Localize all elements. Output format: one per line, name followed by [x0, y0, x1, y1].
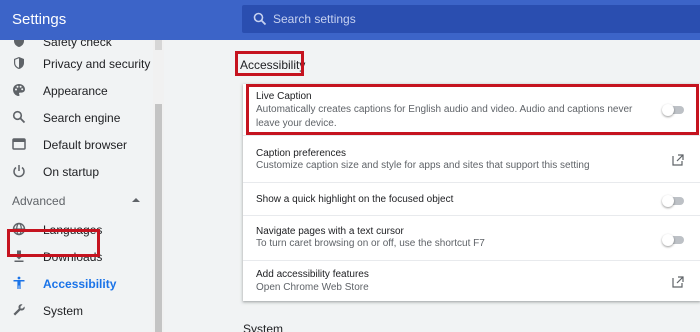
toggle-knob — [662, 233, 674, 246]
row-subtitle: Open Chrome Web Store — [256, 282, 369, 293]
sidebar-item-default-browser[interactable]: Default browser — [0, 132, 150, 158]
accessibility-highlight-box — [7, 229, 100, 257]
sidebar-item-label: On startup — [43, 165, 100, 179]
search-box[interactable] — [242, 5, 700, 33]
sidebar-scrollbar[interactable] — [153, 40, 164, 332]
caret-browsing-toggle[interactable] — [662, 233, 684, 246]
sidebar-item-label: Safety check — [43, 40, 112, 49]
sidebar-item-appearance[interactable]: Appearance — [0, 78, 150, 104]
sidebar-item-on-startup[interactable]: On startup — [0, 159, 150, 185]
row-title: Show a quick highlight on the focused ob… — [256, 194, 454, 205]
sidebar-item-label: System — [43, 304, 84, 318]
row-subtitle: To turn caret browsing on or off, use th… — [256, 238, 485, 249]
palette-icon — [13, 84, 25, 96]
sidebar-item-accessibility[interactable]: Accessibility — [0, 271, 150, 297]
row-caption-preferences[interactable]: Caption preferences Customize caption si… — [243, 135, 700, 182]
sidebar-section-label: Advanced — [12, 194, 66, 208]
shield-icon — [14, 57, 24, 69]
external-link-icon[interactable] — [672, 276, 684, 288]
row-caret-browsing[interactable]: Navigate pages with a text cursor To tur… — [243, 215, 700, 260]
sidebar-item-system[interactable]: System — [0, 298, 150, 324]
power-icon — [13, 165, 25, 178]
search-input[interactable] — [273, 5, 673, 33]
chevron-up-icon — [132, 198, 140, 202]
sidebar-item-label: Privacy and security — [43, 57, 151, 71]
scrollbar-top — [155, 40, 162, 50]
shield-check-icon — [14, 40, 24, 47]
sidebar-item-search-engine[interactable]: Search engine — [0, 105, 150, 131]
accessibility-icon — [13, 276, 25, 289]
row-focus-highlight[interactable]: Show a quick highlight on the focused ob… — [243, 182, 700, 215]
row-subtitle: Customize caption size and style for app… — [256, 160, 590, 171]
sidebar-section-advanced[interactable]: Advanced — [0, 188, 150, 214]
section-title-system: System — [243, 322, 284, 332]
row-add-accessibility-features[interactable]: Add accessibility features Open Chrome W… — [243, 260, 700, 301]
row-title: Add accessibility features — [256, 269, 369, 280]
row-title: Navigate pages with a text cursor — [256, 226, 404, 237]
sidebar: Safety check Privacy and security Appear… — [0, 40, 153, 332]
app-header: Settings — [0, 0, 700, 40]
external-link-icon[interactable] — [672, 154, 684, 166]
focus-highlight-toggle[interactable] — [662, 194, 684, 207]
browser-icon — [12, 138, 26, 150]
app-title: Settings — [12, 11, 67, 28]
sidebar-item-label: Accessibility — [43, 277, 117, 291]
search-icon — [253, 12, 267, 26]
sidebar-item-label: Default browser — [43, 138, 128, 152]
section-title-highlight-box — [235, 51, 304, 76]
search-icon — [12, 110, 26, 124]
live-caption-highlight-box — [246, 84, 699, 135]
toggle-knob — [662, 194, 674, 207]
sidebar-item-label: Search engine — [43, 111, 121, 125]
sidebar-item-privacy-and-security[interactable]: Privacy and security — [0, 51, 150, 77]
sidebar-item-label: Appearance — [43, 84, 108, 98]
wrench-icon — [13, 304, 25, 316]
row-title: Caption preferences — [256, 148, 347, 159]
scrollbar-thumb[interactable] — [155, 104, 162, 332]
